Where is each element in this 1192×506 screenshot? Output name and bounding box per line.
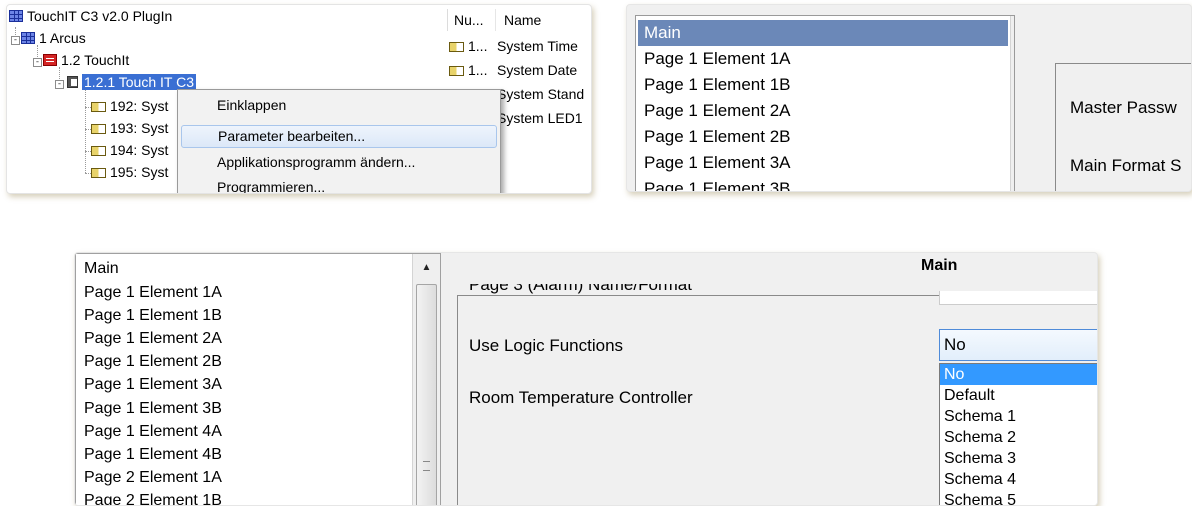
menu-item-change-application[interactable]: Applikationsprogramm ändern... [181,151,497,174]
tree-node-object[interactable]: 195: Syst [91,163,168,182]
tree-node-object[interactable]: 192: Syst [91,97,168,116]
dropdown-option[interactable]: Schema 2 [940,427,1097,448]
group-object-icon [449,66,464,76]
collapse-toggle[interactable]: - [33,58,42,67]
group-object-icon [91,146,106,156]
param-label: Main Format S [1070,156,1182,175]
group-object-icon [91,168,106,178]
tree-node-arcus[interactable]: 1 Arcus [21,29,86,48]
tree-node-touchit[interactable]: 1.2 TouchIt [43,51,129,70]
list-item[interactable]: Page 1 Element 2B [638,124,1008,150]
dropdown-option[interactable]: No [940,364,1097,385]
column-header-number[interactable]: Nu... [447,9,495,31]
scrollbar-thumb[interactable] [1014,46,1015,192]
menu-item-collapse[interactable]: Einklappen [181,94,497,117]
page-title: Main [921,257,958,274]
dropdown-option[interactable]: Schema 1 [940,406,1097,427]
scrollbar-grip [423,461,430,471]
project-tree-panel: - - - TouchIT C3 v2.0 PlugIn 1 Arcus 1.2… [6,4,592,194]
param-label-logic-functions: Use Logic Functions [469,336,624,355]
group-object-icon [449,42,464,52]
list-item-main[interactable]: Main [638,20,1008,46]
list-item[interactable]: Page 1 Element 3A [84,373,222,397]
menu-item-program[interactable]: Programmieren... [181,176,497,193]
list-item[interactable]: Page 2 Element 1A [84,466,222,490]
list-item[interactable]: Page 1 Element 1B [638,72,1008,98]
list-scrollbar[interactable]: ▲ [1010,16,1015,192]
list-item[interactable]: System Stand [497,83,591,105]
parameter-editor-panel: Main Page 1 Element 1A Page 1 Element 1B… [74,252,1098,506]
scroll-up-icon[interactable]: ▲ [413,262,440,273]
list-item[interactable]: Page 1 Element 3A [638,150,1008,176]
param-label: Page 3 (Alarm) Name/Format [469,284,692,294]
list-item[interactable]: 1... System Date [449,59,591,81]
param-label: Master Passw [1070,98,1177,117]
list-item[interactable]: Page 1 Element 4B [84,443,222,467]
list-item[interactable]: Page 1 Element 1A [638,46,1008,72]
dropdown-option[interactable]: Default [940,385,1097,406]
list-item[interactable]: System LED1 [497,107,591,129]
tree-node-device-label: 1.2.1 Touch IT C3 [82,74,196,90]
grid-icon [9,10,23,22]
tree-node-object[interactable]: 194: Syst [91,141,168,160]
collapse-toggle[interactable]: - [55,80,64,89]
tree-node-object[interactable]: 193: Syst [91,119,168,138]
list-item[interactable]: Page 1 Element 2A [638,98,1008,124]
tree-connector [85,89,86,173]
list-item-main[interactable]: Main [84,257,119,281]
list-scrollbar[interactable]: ▲ [412,254,440,505]
list-item[interactable]: Page 1 Element 3B [638,176,1008,191]
dropdown-option[interactable]: Schema 4 [940,469,1097,490]
parameter-page-list[interactable]: Main Page 1 Element 1A Page 1 Element 1B… [75,253,441,505]
partial-param-label-clip: Page 3 (Alarm) Name/Format [469,284,929,297]
context-menu: Einklappen Parameter bearbeiten... Appli… [177,89,501,193]
param-label-room-temperature: Room Temperature Controller [469,388,693,407]
grid-icon [21,32,35,44]
column-header-name[interactable]: Name [495,9,591,31]
list-item[interactable]: Page 1 Element 2B [84,350,222,374]
dropdown-option[interactable]: Schema 3 [940,448,1097,469]
scrollbar-thumb[interactable] [416,284,437,505]
parameter-page-panel: Main Page 1 Element 1A Page 1 Element 1B… [626,4,1192,192]
building-icon [43,54,57,66]
list-item[interactable]: Page 1 Element 1B [84,304,222,328]
scroll-up-icon[interactable]: ▲ [1011,24,1014,35]
dropdown-option[interactable]: Schema 5 [940,490,1097,505]
menu-item-edit-parameters[interactable]: Parameter bearbeiten... [181,125,497,148]
list-item[interactable]: Page 1 Element 3B [84,397,222,421]
group-object-icon [91,124,106,134]
dropdown-list: No Default Schema 1 Schema 2 Schema 3 Sc… [939,363,1097,505]
list-item[interactable]: 1... System Time [449,35,591,57]
device-icon [67,76,78,88]
parameter-page-list[interactable]: Main Page 1 Element 1A Page 1 Element 1B… [635,15,1015,192]
parameter-form: Master Passw Main Format S [1055,63,1191,191]
list-item[interactable]: Page 1 Element 4A [84,420,222,444]
group-object-icon [91,102,106,112]
list-item[interactable]: Page 2 Element 1B [84,489,222,505]
collapse-toggle[interactable]: - [11,36,20,45]
tree-node-plugin[interactable]: TouchIT C3 v2.0 PlugIn [9,7,172,26]
format-field[interactable] [939,291,1097,305]
logic-functions-select[interactable]: No [939,329,1097,361]
list-item[interactable]: Page 1 Element 2A [84,327,222,351]
list-item[interactable]: Page 1 Element 1A [84,281,222,305]
